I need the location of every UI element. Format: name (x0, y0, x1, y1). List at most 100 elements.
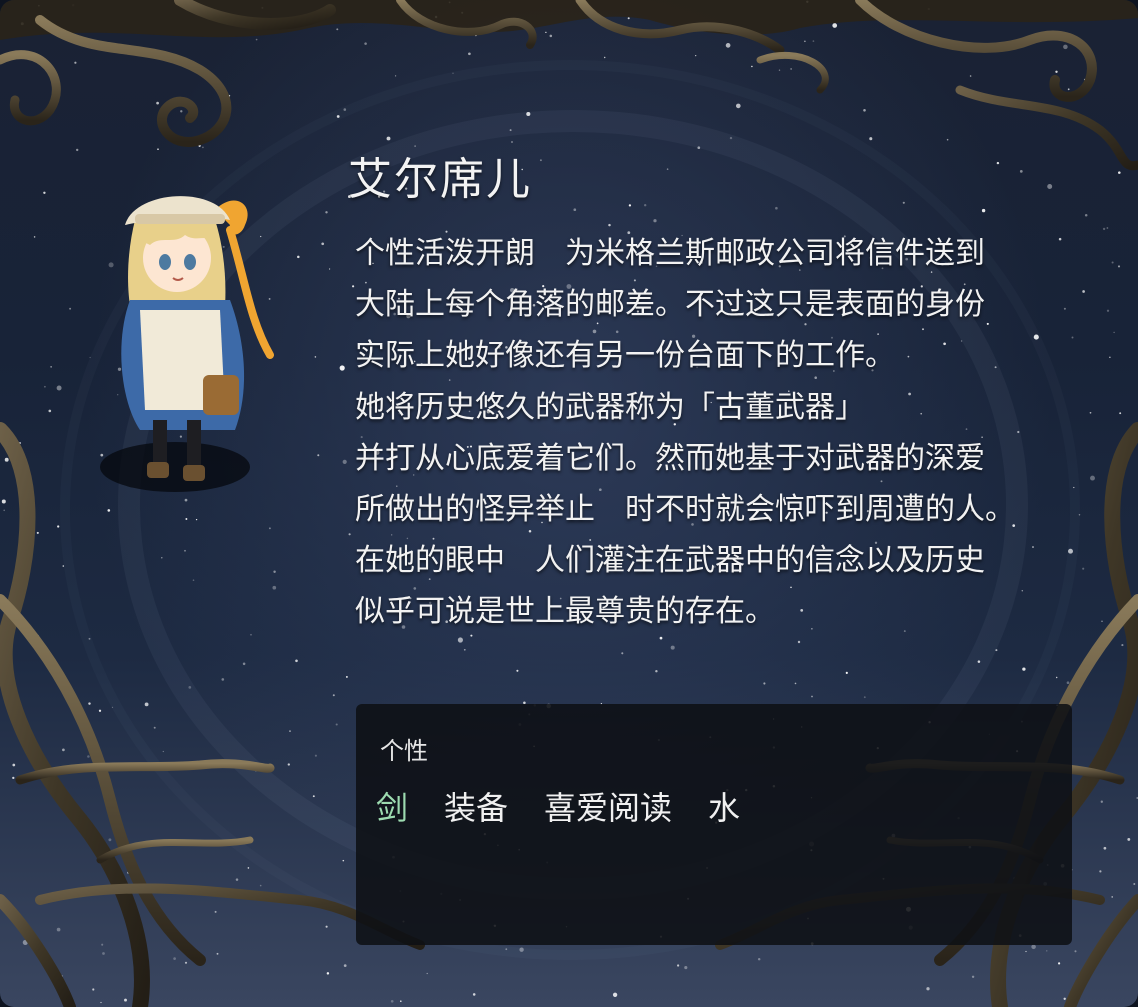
star (261, 6, 264, 9)
star (33, 236, 36, 238)
star (1055, 676, 1058, 679)
star (132, 48, 135, 51)
star (472, 993, 476, 996)
star (213, 841, 217, 845)
description-line: 她将历史悠久的武器称为「古董武器」 (355, 389, 865, 425)
character-portrait (95, 180, 285, 500)
star (1055, 70, 1058, 73)
star (1099, 870, 1102, 873)
star (632, 32, 635, 35)
star (863, 109, 866, 112)
star (56, 927, 61, 932)
traits-panel: 个性 剑 装备 喜爱阅读 水 (356, 704, 1072, 945)
star (969, 75, 972, 77)
star (1111, 896, 1113, 898)
star (1066, 681, 1070, 685)
star (92, 988, 95, 991)
star (400, 1000, 402, 1002)
star (806, 0, 809, 3)
star (108, 838, 112, 842)
star (98, 709, 102, 712)
star (72, 4, 75, 7)
star (19, 442, 21, 444)
star (695, 55, 697, 57)
description-line: 大陆上每个角落的邮差。不过这只是表面的身份 (355, 287, 985, 323)
star (43, 191, 46, 194)
star (1095, 644, 1098, 647)
star (326, 972, 330, 975)
star (343, 964, 347, 967)
star (549, 34, 553, 38)
star (235, 878, 239, 881)
star (56, 769, 60, 773)
star (1118, 171, 1121, 174)
traits-title: 个性 (380, 737, 428, 765)
star (3, 509, 5, 512)
star (1, 499, 6, 504)
star (101, 943, 104, 946)
star (832, 23, 838, 28)
star (612, 992, 618, 997)
star (364, 42, 367, 45)
star (1025, 950, 1027, 953)
star (790, 68, 792, 70)
star (214, 910, 217, 913)
star (474, 34, 477, 37)
star (20, 22, 24, 26)
star (44, 385, 46, 388)
star (927, 7, 930, 11)
star (251, 22, 254, 25)
star (603, 56, 606, 59)
star (1117, 265, 1121, 268)
star (545, 31, 547, 34)
description-line: 个性活泼开朗 为米格兰斯邮政公司将信件送到 (355, 236, 985, 271)
star (247, 867, 250, 869)
star (725, 43, 731, 48)
star (88, 702, 91, 705)
star (426, 972, 428, 975)
star (180, 110, 183, 113)
star (69, 307, 72, 310)
star (1121, 644, 1124, 647)
star (50, 366, 52, 368)
star (202, 146, 204, 149)
star (1058, 962, 1061, 965)
star (869, 137, 873, 141)
star (56, 385, 62, 391)
star (676, 964, 680, 967)
star (325, 925, 328, 928)
star (198, 144, 201, 147)
star (996, 161, 1000, 165)
chibi-mail-girl-sprite (121, 196, 274, 481)
star (62, 748, 65, 752)
star (156, 101, 159, 105)
star (812, 40, 815, 42)
star (2, 442, 7, 447)
star (60, 975, 63, 978)
star (1103, 846, 1107, 850)
star (407, 6, 410, 9)
star (926, 987, 930, 991)
star (1031, 944, 1036, 950)
star (946, 138, 949, 141)
description-line: 在她的眼中 人们灌注在武器中的信念以及历史 (355, 543, 985, 579)
star (127, 871, 130, 874)
star (57, 525, 60, 528)
star (1133, 882, 1136, 886)
star (981, 208, 986, 213)
description-line: 所做出的怪异举止 时不时就会惊吓到周遭的人。 (355, 492, 1015, 528)
star (448, 1, 451, 4)
star (4, 457, 9, 462)
star (1119, 412, 1122, 415)
star (627, 17, 630, 20)
star (228, 94, 231, 97)
star (40, 758, 43, 761)
description-line: 实际上她好像还有另一份台面下的工作。 (355, 338, 895, 374)
trait-tag-equipment: 装备 (444, 789, 509, 827)
star (87, 755, 90, 758)
star (1074, 950, 1077, 953)
star (778, 69, 781, 71)
star (255, 38, 258, 41)
star (22, 939, 28, 945)
star (1019, 170, 1023, 173)
